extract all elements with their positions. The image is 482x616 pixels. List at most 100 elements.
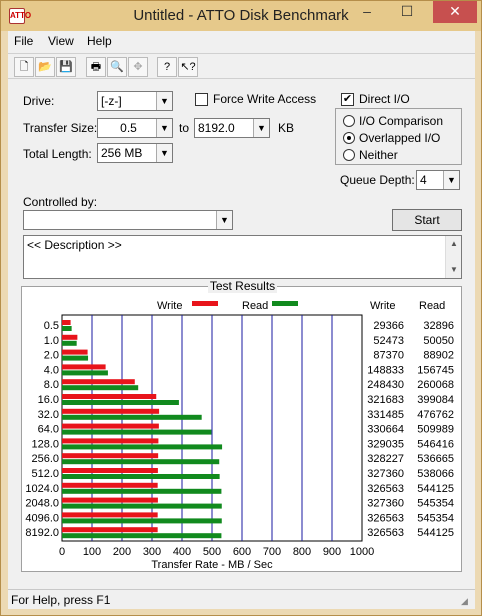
x-tick-label: 600	[233, 546, 251, 558]
direct-io-checkbox[interactable]: ✔	[341, 93, 354, 106]
transfer-size-to-value: 8192.0	[198, 121, 235, 135]
write-bar	[62, 482, 158, 488]
total-length-label: Total Length:	[23, 147, 92, 161]
help-icon[interactable]: ?	[157, 57, 177, 77]
controlled-by-select[interactable]: ▼	[23, 210, 233, 230]
read-value: 544125	[417, 527, 454, 539]
chevron-down-icon[interactable]: ▼	[156, 144, 172, 162]
write-bar	[62, 320, 71, 325]
category-label: 8192.0	[25, 527, 59, 539]
write-value: 327360	[367, 468, 404, 480]
force-write-checkbox[interactable]	[195, 93, 208, 106]
drive-label: Drive:	[23, 94, 55, 108]
chevron-down-icon[interactable]: ▼	[216, 211, 232, 229]
write-value: 329035	[367, 438, 404, 450]
category-label: 1.0	[44, 335, 59, 347]
category-label: 128.0	[31, 438, 59, 450]
read-bar	[62, 414, 202, 420]
context-help-icon[interactable]: ↖?	[178, 57, 198, 77]
queue-depth-value: 4	[420, 173, 427, 187]
read-value: 509989	[417, 424, 454, 436]
legend-read-label: Read	[242, 300, 268, 312]
menu-file[interactable]: File	[14, 34, 33, 48]
read-value: 32896	[423, 320, 454, 332]
results-chart: Write Read Write Read 0.5 29366 32896 1.0 52473 5…	[25, 300, 454, 571]
write-bar	[62, 527, 158, 533]
legend-write-swatch	[192, 301, 218, 306]
write-value: 148833	[367, 364, 404, 376]
force-write-label: Force Write Access	[213, 92, 317, 106]
write-bar	[62, 468, 158, 473]
read-value: 545354	[417, 512, 454, 524]
resize-grip-icon[interactable]: ◢	[461, 595, 473, 607]
chevron-down-icon[interactable]: ▼	[443, 171, 459, 189]
queue-depth-label: Queue Depth:	[340, 173, 415, 187]
chevron-down-icon[interactable]: ▼	[156, 119, 172, 137]
write-value: 328227	[367, 453, 404, 465]
test-results-group: Test Results Write Read Write Read 0.5 29366 3…	[21, 279, 462, 572]
x-tick-label: 400	[173, 546, 191, 558]
chevron-down-icon[interactable]: ▼	[156, 92, 172, 110]
new-icon[interactable]: 🗋	[14, 57, 34, 77]
x-tick-label: 300	[143, 546, 161, 558]
write-value: 327360	[367, 498, 404, 510]
write-bar	[62, 364, 106, 370]
scroll-up-icon[interactable]: ▲	[446, 236, 462, 252]
read-bar	[62, 518, 222, 524]
close-button[interactable]: ✕	[433, 1, 477, 23]
read-bar	[62, 340, 77, 346]
x-tick-label: 200	[113, 546, 131, 558]
controlled-by-label: Controlled by:	[23, 195, 98, 209]
open-icon[interactable]: 📂	[35, 57, 55, 77]
read-value: 50050	[423, 335, 454, 347]
print-preview-icon[interactable]: 🔍	[107, 57, 127, 77]
transfer-size-from-select[interactable]: 0.5 ▼	[97, 118, 173, 138]
start-button[interactable]: Start	[392, 209, 462, 231]
read-value: 88902	[423, 350, 454, 362]
title-bar[interactable]: ATTO Untitled - ATTO Disk Benchmark – ☐ …	[1, 1, 481, 31]
scroll-down-icon[interactable]: ▼	[446, 262, 462, 278]
menu-help[interactable]: Help	[87, 34, 112, 48]
neither-radio[interactable]	[343, 149, 355, 161]
description-scrollbar[interactable]: ▲ ▼	[445, 236, 461, 278]
write-value: 248430	[367, 379, 404, 391]
chevron-down-icon[interactable]: ▼	[253, 119, 269, 137]
io-comparison-radio[interactable]	[343, 115, 355, 127]
write-bar	[62, 512, 158, 518]
write-value: 331485	[367, 409, 404, 421]
category-label: 1024.0	[25, 483, 59, 495]
read-bar	[62, 385, 139, 391]
overlapped-io-radio[interactable]	[343, 132, 355, 144]
drive-select[interactable]: [-z-] ▼	[97, 91, 173, 111]
menu-view[interactable]: View	[48, 34, 74, 48]
save-icon[interactable]: 💾	[56, 57, 76, 77]
status-bar: For Help, press F1 ◢	[8, 589, 475, 609]
write-bar	[62, 408, 160, 414]
description-textarea[interactable]: << Description >> ▲ ▼	[23, 235, 462, 279]
write-value: 52473	[373, 335, 404, 347]
x-tick-label: 100	[83, 546, 101, 558]
maximize-button[interactable]: ☐	[393, 1, 421, 23]
app-window: ATTO Untitled - ATTO Disk Benchmark – ☐ …	[0, 0, 482, 616]
move-icon[interactable]: ✥	[128, 57, 148, 77]
write-value: 87370	[373, 350, 404, 362]
client-area: File View Help 🗋 📂 💾 🖶 🔍 ✥ ? ↖? Drive: […	[8, 31, 475, 609]
x-tick-label: 900	[323, 546, 341, 558]
queue-depth-select[interactable]: 4 ▼	[416, 170, 460, 190]
write-bar	[62, 349, 88, 355]
total-length-select[interactable]: 256 MB ▼	[97, 143, 173, 163]
write-bar	[62, 453, 159, 459]
read-value: 156745	[417, 364, 454, 376]
transfer-size-to-select[interactable]: 8192.0 ▼	[194, 118, 270, 138]
minimize-button[interactable]: –	[353, 1, 381, 23]
print-icon[interactable]: 🖶	[86, 57, 106, 77]
read-bar	[62, 444, 223, 450]
read-bar	[62, 429, 212, 435]
category-label: 4.0	[44, 364, 59, 376]
write-value: 29366	[373, 320, 404, 332]
category-label: 64.0	[38, 424, 59, 436]
read-bar	[62, 533, 222, 539]
read-bar	[62, 474, 220, 479]
category-label: 32.0	[38, 409, 59, 421]
write-bar	[62, 394, 157, 399]
